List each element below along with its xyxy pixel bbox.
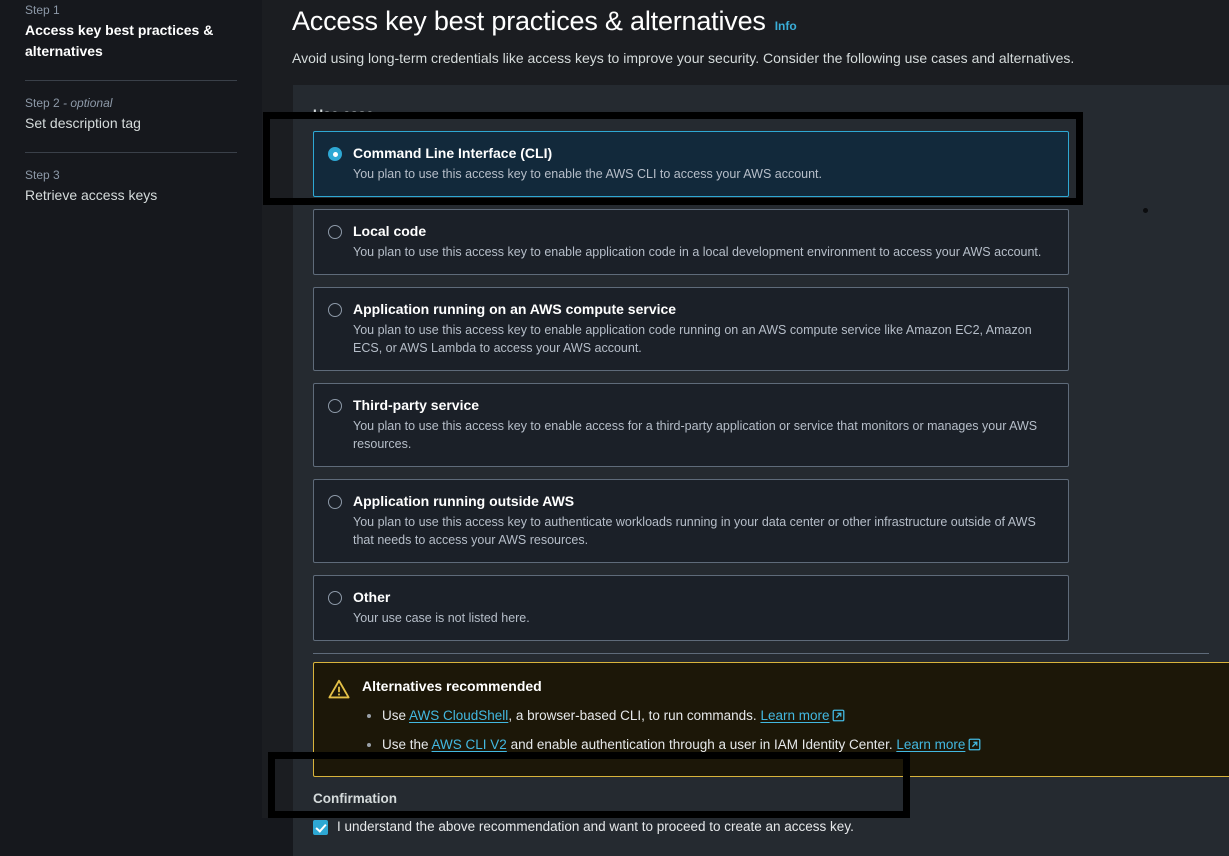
use-case-option-cli-body: Command Line Interface (CLI) You plan to…: [353, 144, 1054, 183]
sidebar-step-3-title[interactable]: Retrieve access keys: [25, 185, 237, 206]
use-case-option-cli-title: Command Line Interface (CLI): [353, 145, 553, 161]
confirmation-checkbox-checked-icon[interactable]: [313, 819, 328, 835]
use-case-option-outside-aws-title: Application running outside AWS: [353, 493, 575, 509]
use-case-option-local-code-description: You plan to use this access key to enabl…: [353, 245, 1042, 259]
alert-item-prefix: Use: [382, 708, 410, 723]
alternatives-alert: Alternatives recommended Use AWS CloudSh…: [313, 662, 1229, 777]
use-case-option-third-party-description: You plan to use this access key to enabl…: [353, 419, 1038, 451]
use-case-option-other-title: Other: [353, 589, 391, 605]
use-case-option-third-party-title: Third-party service: [353, 397, 480, 413]
alert-body: Alternatives recommended Use AWS CloudSh…: [362, 677, 1229, 760]
use-case-option-local-code-body: Local code You plan to use this access k…: [353, 222, 1054, 261]
page-description: Avoid using long-term credentials like a…: [292, 50, 1075, 66]
use-case-option-third-party[interactable]: Third-party service You plan to use this…: [313, 383, 1069, 467]
radio-icon[interactable]: [328, 225, 342, 239]
use-case-option-outside-aws[interactable]: Application running outside AWS You plan…: [313, 479, 1069, 563]
cursor-dot-marker: [1143, 208, 1148, 213]
aws-cli-v2-link[interactable]: AWS CLI V2: [432, 737, 507, 752]
alert-item-middle: and enable authentication through a user…: [506, 737, 897, 752]
radio-icon[interactable]: [328, 591, 342, 605]
sidebar-step-2[interactable]: Step 2 - optional Set description tag: [25, 95, 237, 134]
alert-item-middle: , a browser-based CLI, to run commands.: [508, 708, 761, 723]
radio-icon-selected[interactable]: [328, 147, 342, 161]
page-title-row: Access key best practices & alternatives…: [292, 0, 1229, 40]
warning-triangle-icon: [328, 678, 350, 760]
use-case-option-outside-aws-description: You plan to use this access key to authe…: [353, 515, 1036, 547]
sidebar-divider-1: [25, 80, 237, 81]
external-link-icon: [968, 733, 981, 760]
confirmation-section: Confirmation I understand the above reco…: [313, 790, 1209, 836]
sidebar-step-1-title[interactable]: Access key best practices & alternatives: [25, 20, 237, 62]
page-title: Access key best practices & alternatives: [292, 6, 766, 36]
use-case-option-other-body: Other Your use case is not listed here.: [353, 588, 1054, 627]
alert-item: Use the AWS CLI V2 and enable authentica…: [382, 731, 1229, 760]
use-case-radio-group[interactable]: Command Line Interface (CLI) You plan to…: [313, 131, 1069, 641]
learn-more-link-cloudshell[interactable]: Learn more: [760, 708, 829, 723]
panel-divider: [313, 653, 1209, 654]
learn-more-link-cli-v2[interactable]: Learn more: [896, 737, 965, 752]
radio-icon[interactable]: [328, 303, 342, 317]
use-case-option-cli-description: You plan to use this access key to enabl…: [353, 167, 823, 181]
use-case-option-aws-compute[interactable]: Application running on an AWS compute se…: [313, 287, 1069, 371]
alert-item-list: Use AWS CloudShell, a browser-based CLI,…: [362, 702, 1229, 760]
use-case-option-third-party-body: Third-party service You plan to use this…: [353, 396, 1054, 453]
use-case-option-cli[interactable]: Command Line Interface (CLI) You plan to…: [313, 131, 1069, 197]
wizard-sidebar: Step 1 Access key best practices & alter…: [0, 0, 262, 818]
use-case-option-aws-compute-description: You plan to use this access key to enabl…: [353, 323, 1032, 355]
alert-item-prefix: Use the: [382, 737, 432, 752]
use-case-option-aws-compute-body: Application running on an AWS compute se…: [353, 300, 1054, 357]
aws-cloudshell-link[interactable]: AWS CloudShell: [409, 708, 508, 723]
alert-title: Alternatives recommended: [362, 678, 542, 694]
sidebar-step-2-label: Step 2 - optional: [25, 96, 113, 110]
use-case-label: Use case: [313, 106, 374, 122]
use-case-option-local-code[interactable]: Local code You plan to use this access k…: [313, 209, 1069, 275]
info-link[interactable]: Info: [775, 19, 797, 33]
use-case-panel: Use case Command Line Interface (CLI) Yo…: [293, 85, 1229, 856]
use-case-option-other[interactable]: Other Your use case is not listed here.: [313, 575, 1069, 641]
sidebar-step-2-title[interactable]: Set description tag: [25, 113, 237, 134]
use-case-option-outside-aws-body: Application running outside AWS You plan…: [353, 492, 1054, 549]
radio-icon[interactable]: [328, 399, 342, 413]
alert-item: Use AWS CloudShell, a browser-based CLI,…: [382, 702, 1229, 731]
confirmation-label: Confirmation: [313, 791, 397, 806]
use-case-option-aws-compute-title: Application running on an AWS compute se…: [353, 301, 677, 317]
radio-icon[interactable]: [328, 495, 342, 509]
sidebar-step-1-label: Step 1: [25, 3, 60, 17]
page-header: Access key best practices & alternatives…: [262, 0, 1229, 68]
sidebar-divider-2: [25, 152, 237, 153]
confirmation-checkbox-label: I understand the above recommendation an…: [337, 819, 854, 834]
use-case-option-other-description: Your use case is not listed here.: [353, 611, 530, 625]
external-link-icon: [832, 704, 845, 731]
sidebar-step-3-label: Step 3: [25, 168, 60, 182]
sidebar-step-2-optional: - optional: [59, 96, 113, 110]
confirmation-checkbox-row[interactable]: I understand the above recommendation an…: [313, 818, 1209, 836]
sidebar-step-1[interactable]: Step 1 Access key best practices & alter…: [25, 2, 237, 62]
use-case-option-local-code-title: Local code: [353, 223, 427, 239]
sidebar-step-3[interactable]: Step 3 Retrieve access keys: [25, 167, 237, 206]
